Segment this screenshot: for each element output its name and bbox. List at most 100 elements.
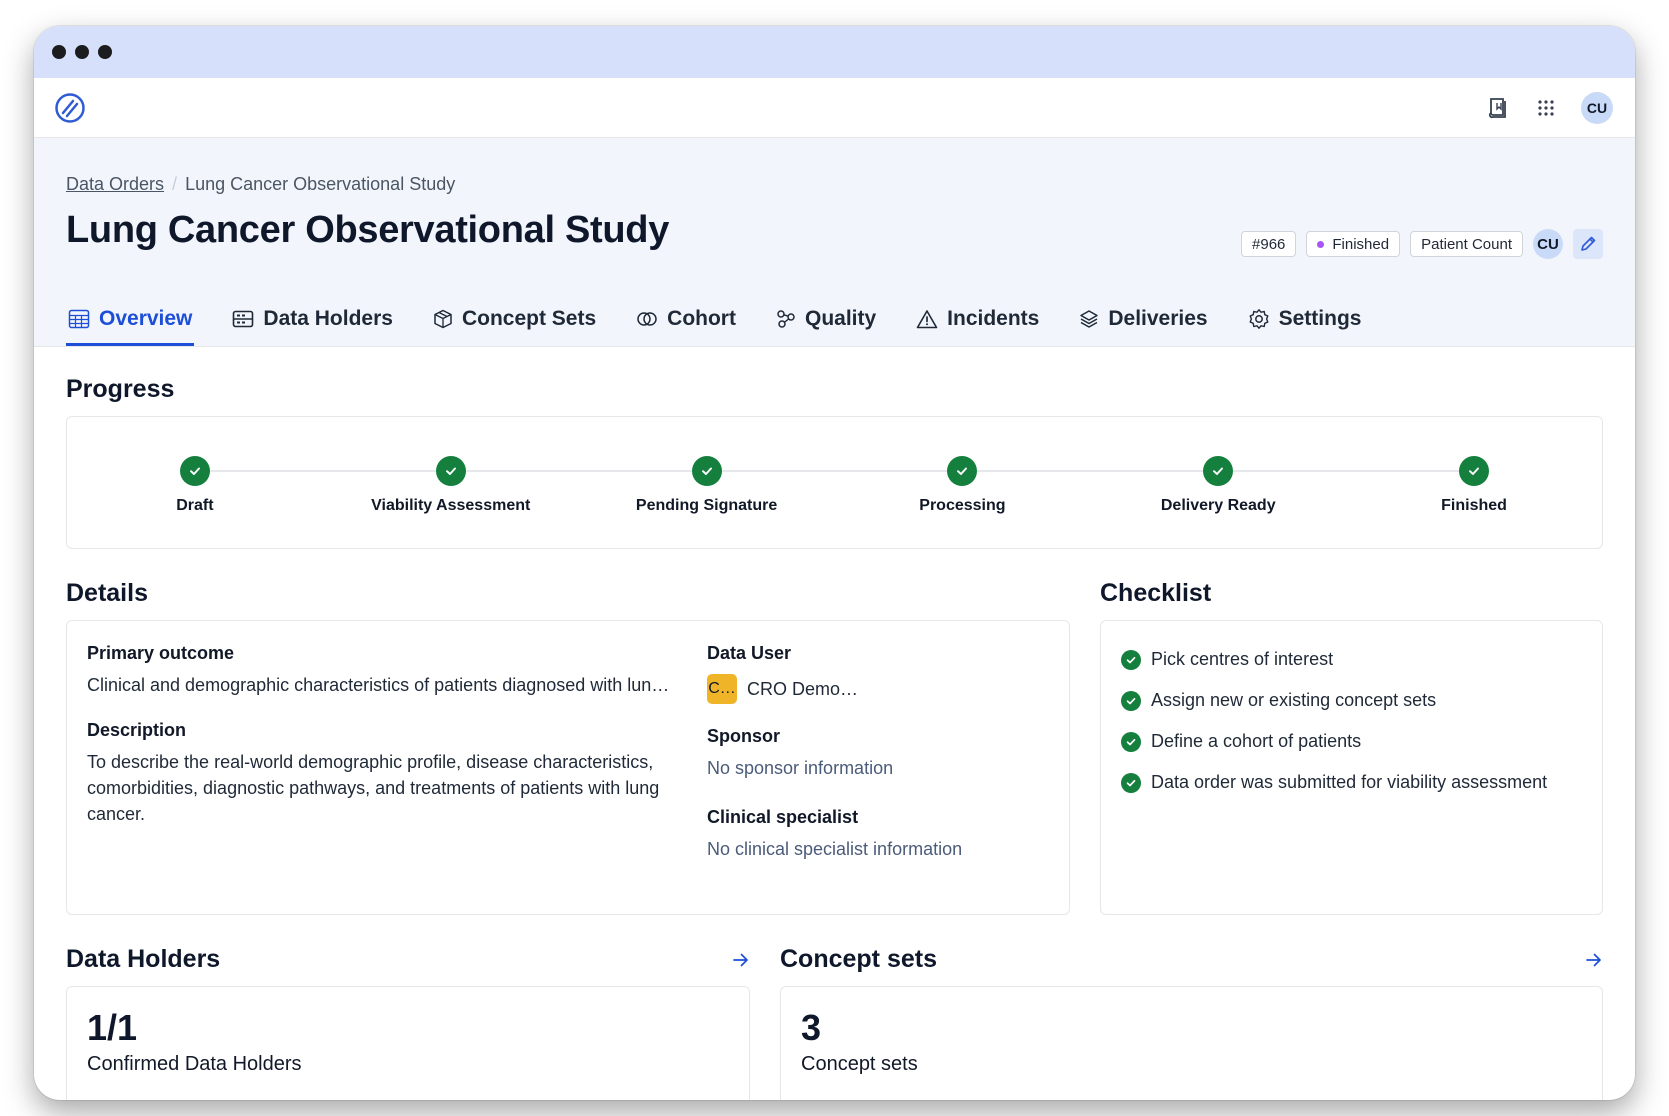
- progress-step-label: Draft: [176, 497, 214, 514]
- tab-label: Concept Sets: [461, 307, 597, 330]
- data-holders-value: 1/1: [87, 1007, 138, 1048]
- tab-quality[interactable]: Quality: [774, 307, 878, 346]
- table-icon: [68, 309, 90, 329]
- tab-concept-sets[interactable]: Concept Sets: [431, 307, 598, 346]
- order-meta: #966 Finished Patient Count CU: [1241, 229, 1603, 259]
- org-avatar: C…: [707, 674, 737, 704]
- progress-step-label: Processing: [919, 497, 1006, 514]
- data-holders-card[interactable]: 1/1 Confirmed Data Holders: [66, 986, 750, 1100]
- checklist-item: Define a cohort of patients: [1121, 721, 1582, 762]
- checklist-item-label: Define a cohort of patients: [1151, 731, 1362, 751]
- description-label: Description: [87, 720, 187, 740]
- progress-step: Finished: [1346, 456, 1602, 515]
- sponsor-value: No sponsor information: [707, 758, 894, 778]
- progress-step-label: Finished: [1441, 497, 1507, 514]
- check-circle-icon: [1121, 649, 1141, 670]
- tab-overview[interactable]: Overview: [66, 307, 195, 346]
- window-control-dot[interactable]: [75, 45, 89, 59]
- concept-sets-title: Concept sets: [780, 945, 937, 973]
- app-window: CU Data Orders / Lung Cancer Observation…: [34, 26, 1635, 1100]
- check-circle-icon: [947, 456, 978, 486]
- gear-icon: [1249, 309, 1269, 329]
- check-circle-icon: [1121, 731, 1141, 752]
- apps-grid-icon[interactable]: [1533, 95, 1559, 121]
- clinical-specialist-value: No clinical specialist information: [707, 839, 963, 859]
- docs-icon[interactable]: [1485, 95, 1511, 121]
- data-user-label: Data User: [707, 643, 792, 663]
- logo-icon[interactable]: [54, 92, 86, 124]
- status-label: Finished: [1332, 235, 1390, 253]
- progress-steps: Draft Viability Assessment Pending Signatu…: [67, 456, 1602, 515]
- tab-deliveries[interactable]: Deliveries: [1077, 307, 1209, 346]
- tab-cohort[interactable]: Cohort: [634, 307, 738, 346]
- concept-sets-card[interactable]: 3 Concept sets: [780, 986, 1603, 1100]
- details-title: Details: [66, 579, 148, 607]
- progress-step-label: Viability Assessment: [371, 497, 531, 514]
- nodes-icon: [777, 310, 795, 328]
- checklist-item: Pick centres of interest: [1121, 639, 1582, 680]
- tab-incidents[interactable]: Incidents: [914, 307, 1041, 346]
- data-user-name: CRO Demo…: [747, 679, 859, 699]
- tab-label: Deliveries: [1108, 307, 1208, 330]
- window-control-dot[interactable]: [98, 45, 112, 59]
- primary-outcome-label: Primary outcome: [87, 643, 235, 663]
- concept-sets-section: Concept sets 3 Concept sets: [780, 945, 1603, 1100]
- tab-data-holders[interactable]: Data Holders: [230, 307, 395, 346]
- primary-outcome-value: Clinical and demographic characteristics…: [87, 675, 670, 695]
- window-titlebar: [34, 26, 1635, 78]
- checklist-title: Checklist: [1100, 579, 1212, 607]
- progress-card: Draft Viability Assessment Pending Signatu…: [66, 416, 1603, 549]
- checklist-item-label: Pick centres of interest: [1151, 649, 1334, 669]
- progress-title: Progress: [66, 375, 175, 403]
- warning-icon: [916, 310, 938, 329]
- progress-step: Delivery Ready: [1090, 456, 1475, 515]
- main-content: Progress Draft Viability Assessment Pendin…: [34, 347, 1635, 1100]
- user-avatar[interactable]: CU: [1581, 91, 1613, 124]
- description-value: To describe the real-world demographic p…: [87, 752, 660, 824]
- check-circle-icon: [1121, 690, 1141, 711]
- concept-sets-value: 3: [801, 1007, 822, 1048]
- details-card: Primary outcome Clinical and demographic…: [66, 620, 1070, 915]
- page-header: Data Orders / Lung Cancer Observational …: [34, 138, 1635, 347]
- data-holders-section: Data Holders 1/1 Confirmed Data Holders: [66, 945, 750, 1100]
- breadcrumb-link-data-orders[interactable]: Data Orders: [66, 174, 164, 195]
- checklist-item-label: Data order was submitted for viability a…: [1151, 772, 1548, 792]
- sponsor-label: Sponsor: [707, 726, 781, 746]
- checklist-section: Checklist Pick centres of interest Assign…: [1100, 579, 1603, 915]
- tab-settings[interactable]: Settings: [1246, 307, 1364, 346]
- check-circle-icon: [435, 456, 466, 486]
- top-navbar: CU: [34, 78, 1635, 138]
- checklist-card: Pick centres of interest Assign new or ex…: [1100, 620, 1603, 915]
- breadcrumb-separator: /: [172, 174, 178, 194]
- breadcrumb-current: Lung Cancer Observational Study: [185, 174, 456, 194]
- progress-step: Draft: [67, 456, 451, 515]
- tab-label: Overview: [99, 307, 193, 330]
- breadcrumb: Data Orders / Lung Cancer Observational …: [66, 174, 1603, 195]
- data-user[interactable]: C… CRO Demo…: [707, 674, 1049, 704]
- window-control-dot[interactable]: [52, 45, 66, 59]
- arrow-right-icon[interactable]: [1585, 952, 1603, 968]
- progress-step: Viability Assessment: [323, 456, 707, 515]
- checklist-item-label: Assign new or existing concept sets: [1151, 690, 1437, 710]
- clinical-specialist-label: Clinical specialist: [707, 807, 859, 827]
- data-holders-label: Confirmed Data Holders: [87, 1053, 302, 1075]
- progress-step: Processing: [834, 456, 1219, 515]
- edit-button[interactable]: [1573, 229, 1603, 259]
- venn-icon: [637, 312, 657, 326]
- check-circle-icon: [1203, 456, 1234, 486]
- owner-avatar[interactable]: CU: [1533, 229, 1563, 259]
- progress-step: Pending Signature: [579, 456, 963, 515]
- page-title: Lung Cancer Observational Study: [66, 209, 670, 251]
- check-circle-icon: [691, 456, 722, 486]
- arrow-right-icon[interactable]: [732, 952, 750, 968]
- pencil-icon: [1581, 236, 1596, 251]
- check-circle-icon: [1459, 456, 1490, 486]
- layers-icon: [1080, 310, 1099, 328]
- order-type-badge: Patient Count: [1410, 231, 1523, 257]
- tab-bar: Overview Data Holders Concept Sets Cohor…: [66, 307, 1603, 346]
- status-dot-icon: [1317, 240, 1325, 248]
- checklist-item: Data order was submitted for viability a…: [1121, 762, 1582, 803]
- checklist-item: Assign new or existing concept sets: [1121, 680, 1582, 721]
- check-circle-icon: [1121, 772, 1141, 793]
- progress-step-label: Delivery Ready: [1160, 497, 1276, 514]
